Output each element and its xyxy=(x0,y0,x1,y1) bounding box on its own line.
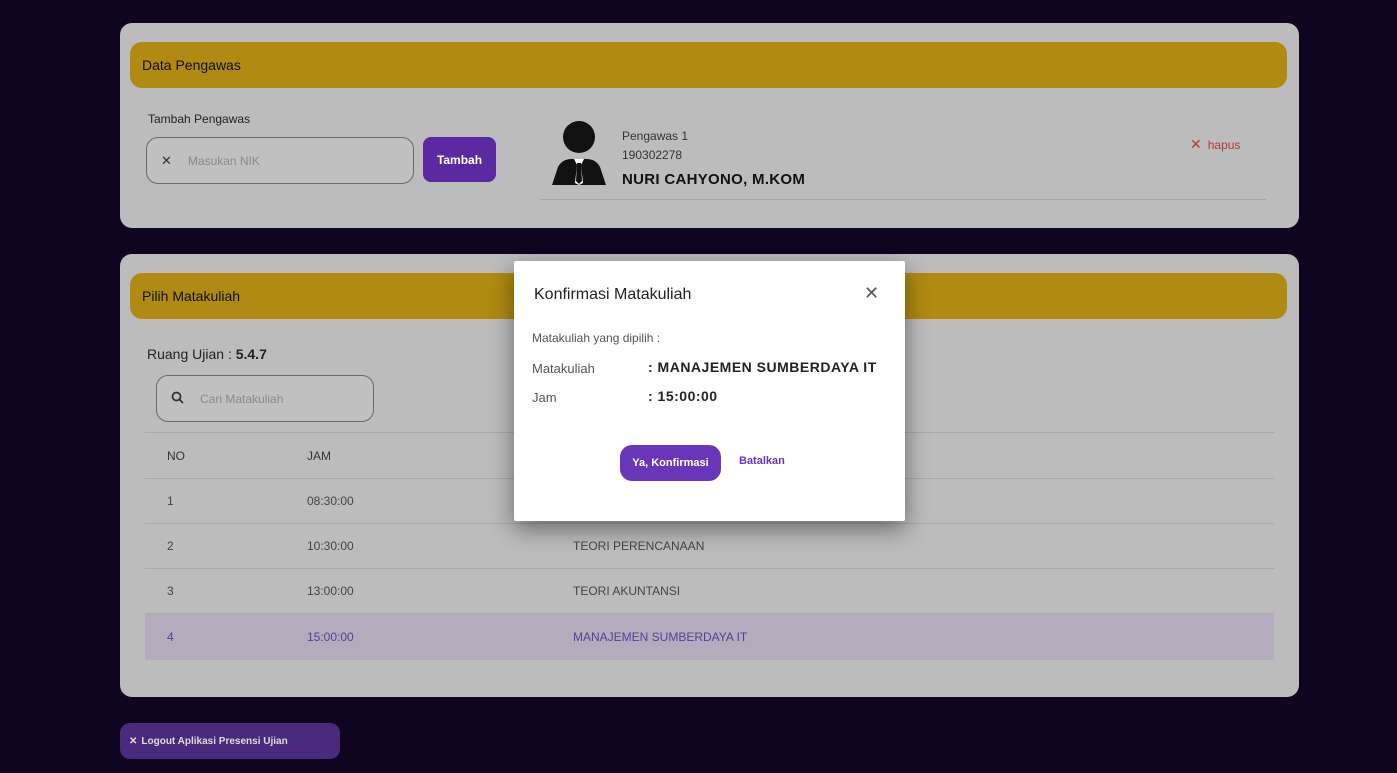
close-icon: ✕ xyxy=(129,735,138,747)
modal-jam-label: Jam xyxy=(532,390,557,405)
hapus-label: hapus xyxy=(1207,137,1241,152)
header-no: NO xyxy=(167,448,185,463)
search-input[interactable] xyxy=(198,390,362,407)
divider xyxy=(540,199,1266,200)
modal-matakuliah-label: Matakuliah xyxy=(532,361,595,376)
clear-icon[interactable]: ✕ xyxy=(161,153,172,169)
cell-matakuliah: TEORI PERENCANAAN xyxy=(573,539,705,553)
pengawas-nik: 190302278 xyxy=(622,148,683,162)
ruang-value: 5.4.7 xyxy=(235,346,267,362)
modal-close-icon[interactable]: ✕ xyxy=(864,283,879,304)
modal-matakuliah-value: : MANAJEMEN SUMBERDAYA IT xyxy=(648,359,877,375)
matakuliah-card-title: Pilih Matakuliah xyxy=(142,288,241,304)
table-row[interactable]: 3 13:00:00 TEORI AKUNTANSI xyxy=(145,568,1274,614)
pengawas-name: NURI CAHYONO, M.KOM xyxy=(622,171,806,188)
avatar-icon xyxy=(550,119,608,190)
pengawas-card: Data Pengawas Tambah Pengawas ✕ Tambah P… xyxy=(120,23,1299,228)
nik-field[interactable]: ✕ xyxy=(146,137,414,184)
hapus-button[interactable]: ✕ hapus xyxy=(1190,136,1240,153)
pengawas-card-title: Data Pengawas xyxy=(142,57,241,73)
table-row[interactable]: 2 10:30:00 TEORI PERENCANAAN xyxy=(145,523,1274,569)
close-icon: ✕ xyxy=(1190,136,1202,152)
logout-button[interactable]: ✕ Logout Aplikasi Presensi Ujian xyxy=(120,723,340,759)
cell-no: 2 xyxy=(167,539,174,553)
table-row-selected[interactable]: 4 15:00:00 MANAJEMEN SUMBERDAYA IT xyxy=(145,613,1274,660)
modal-title: Konfirmasi Matakuliah xyxy=(534,286,692,303)
ruang-ujian: Ruang Ujian : 5.4.7 xyxy=(147,346,267,362)
modal-subtitle: Matakuliah yang dipilih : xyxy=(532,331,661,345)
search-field[interactable] xyxy=(156,375,374,422)
cell-jam: 10:30:00 xyxy=(307,539,354,553)
cell-no: 3 xyxy=(167,584,174,598)
cancel-button[interactable]: Batalkan xyxy=(739,455,785,467)
cell-jam: 13:00:00 xyxy=(307,584,354,598)
search-icon xyxy=(171,391,184,407)
logout-label: Logout Aplikasi Presensi Ujian xyxy=(141,735,288,747)
cell-matakuliah: MANAJEMEN SUMBERDAYA IT xyxy=(573,629,748,644)
confirm-button[interactable]: Ya, Konfirmasi xyxy=(620,445,721,481)
tambah-button[interactable]: Tambah xyxy=(423,137,496,182)
tambah-pengawas-label: Tambah Pengawas xyxy=(148,112,251,126)
pengawas-card-header: Data Pengawas xyxy=(130,42,1287,88)
cell-matakuliah: TEORI AKUNTANSI xyxy=(573,584,681,598)
cell-jam: 15:00:00 xyxy=(307,629,354,644)
modal-jam-value: : 15:00:00 xyxy=(648,388,718,404)
cell-no: 4 xyxy=(167,629,174,644)
confirm-modal: Konfirmasi Matakuliah ✕ Matakuliah yang … xyxy=(514,261,905,521)
cell-no: 1 xyxy=(167,494,174,508)
ruang-label: Ruang Ujian : xyxy=(147,346,232,362)
nik-input[interactable] xyxy=(185,152,350,169)
pengawas-role: Pengawas 1 xyxy=(622,129,689,143)
